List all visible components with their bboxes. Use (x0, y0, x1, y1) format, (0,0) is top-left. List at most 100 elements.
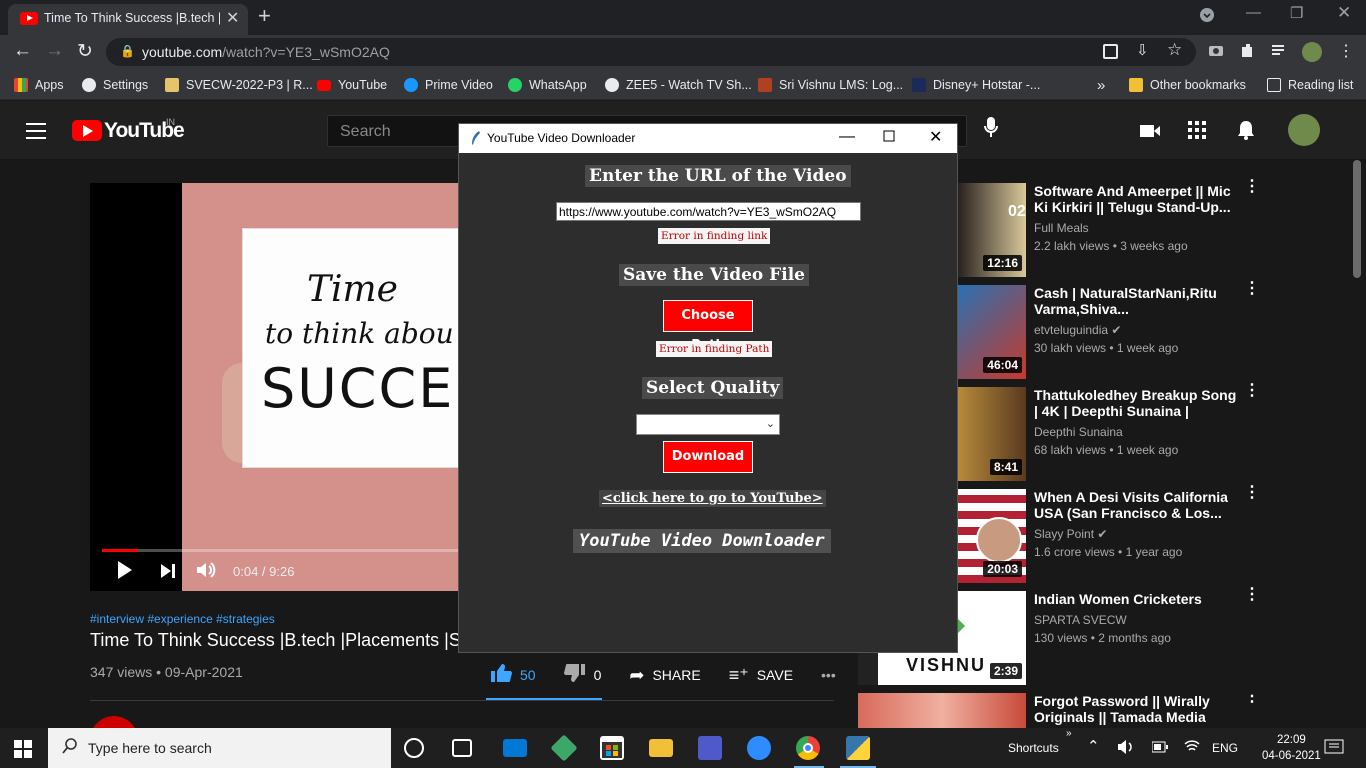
rec-title: Forgot Password || Wirally Originals || … (1034, 693, 1210, 725)
rec-meta: 68 lakh views • 1 week ago (1034, 443, 1179, 457)
next-video-icon[interactable] (160, 563, 176, 579)
cortana-icon[interactable] (404, 738, 424, 758)
address-bar[interactable]: 🔒 youtube.com/watch?v=YE3_wSmO2AQ ⇩ ☆ (106, 38, 1196, 66)
notification-center-icon[interactable] (1324, 739, 1344, 762)
media-queue-icon[interactable] (1272, 43, 1290, 61)
quality-heading: Select Quality (642, 377, 784, 399)
url-input[interactable] (556, 202, 861, 221)
new-tab-button[interactable]: + (258, 3, 271, 29)
thumbs-down-icon (563, 663, 586, 688)
more-actions-button[interactable]: ••• (821, 667, 836, 683)
reload-icon[interactable]: ↻ (77, 40, 93, 63)
video-frame: Time to think abou SUCCES (182, 183, 489, 591)
rec-meta: 2.2 lakh views • 3 weeks ago (1034, 239, 1188, 253)
video-actions: 50 0 ➦ SHARE ≡⁺ SAVE ••• (490, 662, 864, 688)
bookmarks-overflow-button[interactable]: » (1097, 76, 1105, 94)
bookmark-hotstar[interactable]: Disney+ Hotstar -... (912, 76, 1040, 94)
other-bookmarks[interactable]: Other bookmarks (1129, 76, 1246, 94)
rec-duration: 46:04 (983, 357, 1022, 373)
more-options-icon[interactable]: ⋮ (1244, 179, 1260, 195)
account-avatar[interactable] (1288, 114, 1320, 146)
like-button[interactable]: 50 (490, 663, 536, 688)
extensions-puzzle-icon[interactable] (1240, 43, 1258, 61)
youtube-icon (317, 79, 331, 91)
download-button[interactable]: Download (663, 441, 753, 473)
share-button[interactable]: ➦ SHARE (629, 665, 700, 686)
restore-window-icon[interactable]: ❐ (1290, 4, 1303, 22)
install-icon[interactable]: ⇩ (1136, 41, 1149, 59)
hamburger-menu-icon[interactable] (26, 123, 46, 144)
close-tab-icon[interactable]: ✕ (226, 8, 239, 28)
close-icon[interactable]: ✕ (929, 127, 942, 147)
language-indicator[interactable]: ENG (1212, 741, 1238, 755)
bookmark-star-icon[interactable]: ☆ (1167, 40, 1182, 60)
tab-search-icon[interactable] (1199, 7, 1215, 27)
chevron-up-icon[interactable]: ⌃ (1087, 737, 1100, 755)
volume-icon[interactable] (196, 561, 218, 584)
recommendation-item[interactable]: Forgot Password || Wirally Originals || … (858, 693, 1278, 728)
camera-icon[interactable] (1208, 43, 1226, 61)
thumb-caption: VISHNU (906, 655, 987, 675)
bookmark-whatsapp[interactable]: WhatsApp (508, 76, 587, 94)
rec-channel: etvteluguindia ✔ (1034, 323, 1122, 337)
minimize-window-icon[interactable]: — (1246, 4, 1261, 21)
toolbar-expand-icon[interactable]: » (1066, 728, 1072, 739)
page-scrollbar[interactable] (1353, 160, 1361, 278)
bookmark-youtube[interactable]: YouTube (317, 76, 387, 94)
save-button[interactable]: ≡⁺ SAVE (729, 665, 793, 686)
teams-icon[interactable] (698, 736, 722, 760)
video-progress-bar[interactable] (102, 549, 458, 552)
bookmark-zee5[interactable]: ZEE5 - Watch TV Sh... (605, 76, 752, 94)
youtube-logo-icon[interactable] (72, 120, 102, 141)
wifi-icon[interactable] (1184, 739, 1200, 756)
profile-avatar[interactable] (1302, 42, 1322, 62)
battery-icon[interactable] (1151, 741, 1168, 756)
bookmark-svecw[interactable]: SVECW-2022-P3 | R... (165, 76, 313, 94)
app-icon[interactable] (550, 734, 578, 762)
speaker-icon[interactable] (1117, 739, 1135, 758)
chrome-icon[interactable] (796, 736, 820, 760)
more-options-icon[interactable]: ⋮ (1244, 281, 1260, 297)
system-clock[interactable]: 22:09 04-06-2021 (1262, 732, 1321, 764)
choose-path-button[interactable]: Choose Path (663, 300, 753, 353)
play-icon[interactable] (118, 561, 132, 579)
video-player[interactable]: Time to think abou SUCCES 0:04 / 9:26 (90, 183, 489, 591)
bookmark-prime-video[interactable]: Prime Video (404, 76, 493, 94)
more-options-icon[interactable]: ⋮ (1244, 383, 1260, 399)
close-window-icon[interactable]: ✕ (1337, 3, 1351, 23)
dislike-button[interactable]: 0 (563, 663, 601, 688)
chrome-menu-icon[interactable]: ⋮ (1338, 41, 1354, 61)
windows-start-icon[interactable] (14, 740, 32, 758)
python-icon[interactable] (846, 736, 870, 760)
zoom-icon[interactable] (747, 736, 771, 760)
youtube-link[interactable]: <click here to go to YouTube> (599, 490, 826, 507)
create-video-icon[interactable] (1140, 122, 1160, 145)
more-options-icon[interactable]: ⋮ (1244, 693, 1260, 705)
notifications-bell-icon[interactable] (1237, 120, 1255, 146)
mail-icon[interactable] (503, 739, 527, 757)
file-explorer-icon[interactable] (649, 739, 673, 757)
video-hashtags[interactable]: #interview #experience #strategies (90, 612, 275, 626)
maximize-icon[interactable] (883, 129, 895, 147)
bookmark-sri-vishnu-lms[interactable]: Sri Vishnu LMS: Log... (758, 76, 903, 94)
microphone-icon[interactable] (984, 116, 998, 144)
more-options-icon[interactable]: ⋮ (1244, 485, 1260, 501)
browser-tab[interactable]: Time To Think Success |B.tech |Pla ✕ (8, 4, 248, 35)
forward-arrow-icon[interactable]: → (45, 40, 64, 62)
back-arrow-icon[interactable]: ← (13, 40, 32, 62)
taskbar-search-box[interactable]: Type here to search (48, 728, 391, 768)
shortcuts-label[interactable]: Shortcuts (1008, 741, 1059, 755)
store-icon[interactable] (600, 736, 624, 760)
more-options-icon[interactable]: ⋮ (1244, 587, 1260, 603)
folder-icon (1129, 78, 1143, 92)
task-view-icon[interactable] (452, 739, 472, 757)
apps-grid-icon[interactable] (1188, 121, 1206, 145)
minimize-icon[interactable]: — (839, 128, 855, 146)
bookmark-apps[interactable]: Apps (14, 76, 64, 94)
divider (90, 700, 834, 701)
bookmark-settings[interactable]: Settings (82, 76, 148, 94)
quality-select[interactable]: ⌄ (636, 414, 780, 435)
apps-grid-icon[interactable] (1103, 44, 1118, 59)
window-titlebar[interactable]: YouTube Video Downloader — ✕ (459, 124, 957, 153)
reading-list[interactable]: Reading list (1267, 76, 1353, 94)
